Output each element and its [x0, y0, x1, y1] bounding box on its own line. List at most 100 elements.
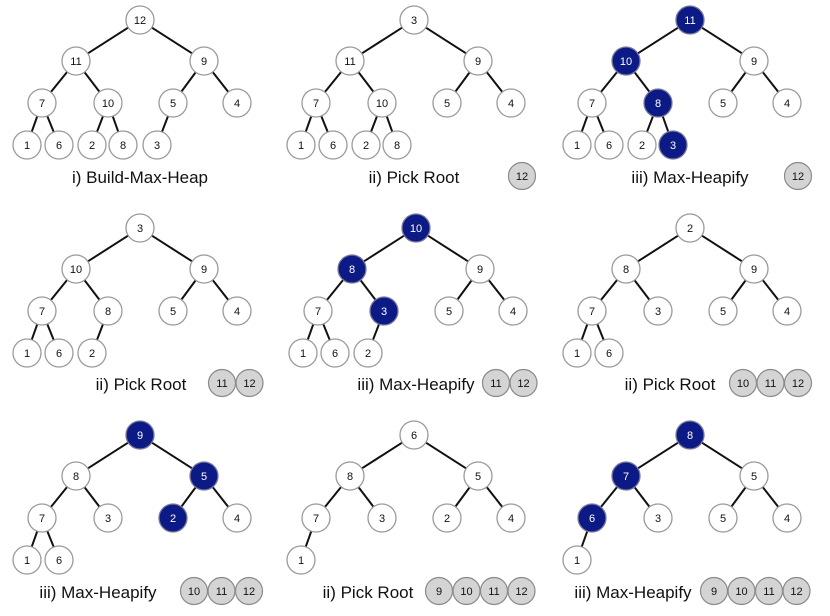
tree-edge	[211, 279, 230, 301]
sorted-value: 11	[765, 378, 776, 390]
sorted-element: 12	[509, 368, 538, 398]
tree-edge	[83, 279, 101, 301]
tree-node: 1	[562, 545, 592, 575]
tree-node: 9	[739, 254, 769, 284]
node-value: 6	[56, 555, 62, 567]
step-caption: ii) Pick Root	[625, 375, 716, 394]
tree-edge	[425, 441, 467, 470]
tree-edge	[456, 279, 473, 301]
node-value: 8	[73, 471, 79, 483]
node-value: 4	[508, 513, 514, 525]
tree-edge	[357, 486, 375, 508]
tree-edge	[359, 279, 377, 301]
tree-node: 4	[772, 503, 802, 533]
highlighted-node: 6	[577, 503, 607, 533]
tree-node: 4	[772, 88, 802, 118]
tree-edge	[730, 279, 747, 301]
sorted-element: 11	[754, 576, 784, 606]
tree-edge	[322, 323, 331, 341]
tree-edge	[180, 486, 197, 508]
node-value: 1	[24, 555, 30, 567]
tree-edge	[46, 323, 55, 341]
node-value: 10	[70, 264, 82, 276]
tree-edge	[761, 279, 780, 301]
node-value: 3	[381, 306, 387, 318]
node-value: 8	[349, 264, 355, 276]
tree-edge	[600, 279, 618, 301]
tree-node: 1	[286, 545, 316, 575]
heapsort-diagram: 12 11 9 7 10 5 4 1 6 2 8 3 i) Build-Max-Heap 3 11 9 7 10 5…	[0, 0, 830, 616]
node-value: 6	[332, 348, 338, 360]
step-caption: iii) Max-Heapify	[631, 168, 749, 187]
tree-edge	[50, 279, 68, 301]
node-value: 9	[201, 56, 207, 68]
tree-node: 1	[562, 338, 592, 368]
sorted-element: 12	[507, 161, 537, 191]
tree-node: 2	[351, 130, 381, 160]
heapsort-steps-canvas: 1211 97 10 5 41 6 2 8 3i) Build-Max-Heap311 97 10 5…	[12, 5, 813, 606]
tree-node: 3	[399, 5, 429, 35]
tree-edge	[326, 279, 344, 301]
node-value: 11	[70, 56, 81, 68]
node-value: 9	[201, 264, 207, 276]
tree-node: 6	[318, 130, 348, 160]
tree-edge	[637, 234, 679, 263]
tree-edge	[600, 486, 618, 508]
node-value: 3	[105, 513, 111, 525]
tree-node: 8	[61, 461, 91, 491]
tree-edge	[701, 234, 743, 263]
sorted-element: 10	[727, 576, 756, 606]
highlighted-node: 8	[675, 420, 705, 450]
tree-node: 8	[93, 296, 123, 326]
sorted-value: 12	[516, 171, 528, 183]
tree-node: 7	[301, 503, 331, 533]
node-value: 8	[120, 140, 126, 152]
tree-node: 6	[399, 420, 429, 450]
tree-node: 4	[496, 88, 526, 118]
tree-node: 1	[288, 338, 318, 368]
sorted-value: 11	[488, 586, 499, 598]
node-value: 6	[56, 140, 62, 152]
tree-node: 9	[465, 254, 495, 284]
tree-edge	[46, 530, 55, 548]
tree-node: 1	[562, 130, 592, 160]
node-value: 4	[234, 513, 240, 525]
tree-node: 7	[577, 296, 607, 326]
tree-node: 6	[44, 338, 74, 368]
tree-edge	[761, 486, 780, 508]
sorted-element: 9	[424, 576, 454, 606]
panel-8: 6 8 5 7 3 2 4 1 ii) Pick Root 9 10 11 12	[286, 420, 536, 606]
tree-node: 9	[189, 254, 219, 284]
node-value: 3	[137, 223, 143, 235]
sorted-element: 9	[699, 576, 729, 606]
node-value: 1	[24, 140, 30, 152]
tree-edge	[701, 26, 743, 55]
node-value: 11	[344, 56, 355, 68]
tree-node: 9	[463, 46, 493, 76]
tree-node: 11	[335, 46, 365, 76]
tree-edge	[211, 486, 230, 508]
tree-edge	[596, 115, 605, 133]
tree-node: 1	[12, 130, 42, 160]
node-value: 5	[170, 98, 176, 110]
tree-edge	[485, 71, 504, 93]
tree-edge	[637, 441, 679, 470]
tree-edge	[46, 115, 55, 133]
node-value: 3	[655, 513, 661, 525]
node-value: 1	[574, 348, 580, 360]
node-value: 7	[589, 98, 595, 110]
sorted-value: 11	[490, 378, 501, 390]
tree-edge	[633, 486, 651, 508]
node-value: 1	[298, 555, 304, 567]
tree-edge	[357, 71, 375, 93]
tree-edge	[361, 26, 403, 55]
sorted-value: 12	[243, 586, 255, 598]
highlighted-node: 7	[611, 461, 641, 491]
node-value: 1	[574, 140, 580, 152]
tree-node: 11	[61, 46, 91, 76]
tree-node: 4	[222, 296, 252, 326]
tree-edge	[83, 71, 101, 93]
node-value: 1	[300, 348, 306, 360]
tree-node: 3	[643, 296, 673, 326]
sorted-element: 11	[207, 576, 236, 606]
